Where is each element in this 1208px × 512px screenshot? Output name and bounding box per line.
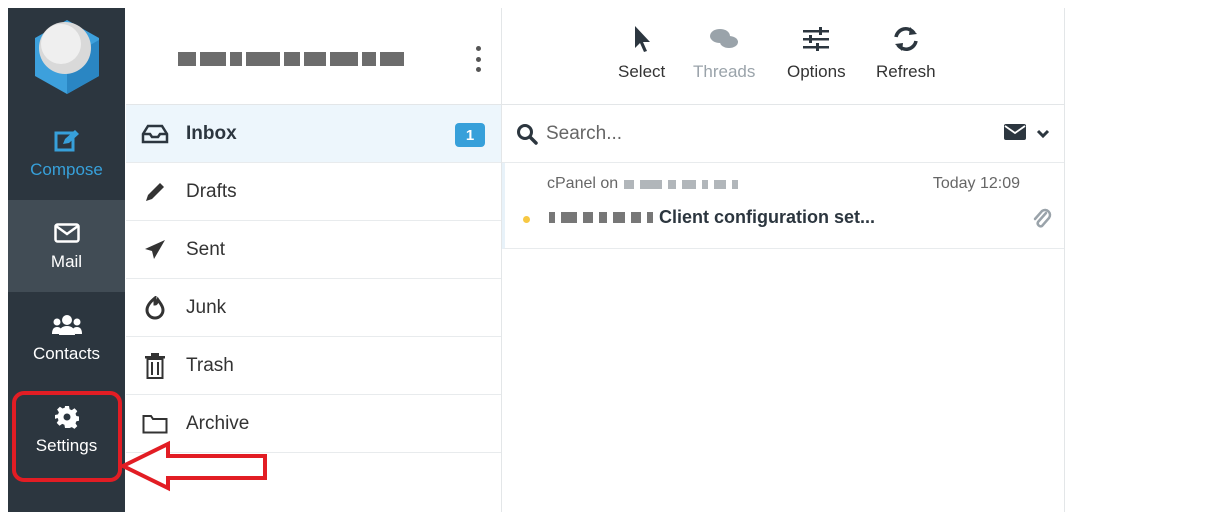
folder-label: Archive: [186, 412, 250, 434]
envelope-icon: [53, 220, 80, 246]
search-input[interactable]: [546, 122, 906, 145]
paperclip-icon: [1032, 207, 1052, 236]
refresh-button[interactable]: Refresh: [876, 22, 936, 82]
folder-label: Sent: [186, 238, 226, 260]
folder-label: Drafts: [186, 180, 237, 202]
message-subject: Client configuration set...: [549, 207, 875, 228]
roundcube-logo-icon: [34, 20, 99, 94]
chevron-down-icon[interactable]: [1036, 126, 1050, 144]
pointer-arrow-icon: [120, 440, 267, 492]
paper-plane-icon: [140, 238, 170, 262]
envelope-filter-icon[interactable]: [1004, 123, 1026, 146]
nav-contacts-label: Contacts: [32, 344, 101, 363]
options-label: Options: [787, 62, 846, 81]
folder-icon: [140, 414, 170, 434]
nav-mail[interactable]: Mail: [8, 200, 125, 292]
folder-trash[interactable]: Trash: [126, 337, 501, 395]
nav-compose[interactable]: Compose: [8, 108, 125, 200]
folder-panel: Inbox 1 Drafts Sent Junk Trash Archive: [126, 8, 502, 512]
threads-label: Threads: [693, 62, 756, 81]
contacts-icon: [51, 312, 82, 338]
folder-label: Trash: [186, 354, 234, 376]
message-list-panel: Select Threads Options Refresh Search...…: [502, 8, 1065, 512]
search-bar: [502, 105, 1064, 163]
account-menu-icon[interactable]: [474, 46, 482, 72]
fire-icon: [140, 295, 170, 320]
refresh-icon: [892, 22, 920, 56]
folder-inbox[interactable]: Inbox 1: [126, 105, 501, 163]
trash-icon: [140, 352, 170, 379]
nav-mail-label: Mail: [50, 252, 83, 271]
threads-button[interactable]: Threads: [693, 22, 755, 82]
sender-prefix: cPanel on: [547, 175, 619, 192]
folder-sent[interactable]: Sent: [126, 221, 501, 279]
refresh-label: Refresh: [876, 62, 936, 81]
threads-icon: [708, 22, 740, 56]
nav-contacts[interactable]: Contacts: [8, 292, 125, 384]
message-row[interactable]: cPanel on Today 12:09 Client configurati…: [502, 163, 1064, 249]
nav-compose-label: Compose: [30, 160, 103, 179]
search-icon[interactable]: [516, 123, 538, 145]
subject-text: Client configuration set...: [659, 207, 876, 227]
select-button[interactable]: Select: [618, 22, 665, 82]
subject-redacted: [549, 212, 653, 223]
sender-redacted: [624, 179, 739, 189]
folder-label: Inbox: [186, 122, 237, 144]
unread-dot-icon[interactable]: [523, 216, 530, 223]
inbox-icon: [140, 124, 170, 144]
list-toolbar: Select Threads Options Refresh: [502, 8, 1064, 105]
folder-label: Junk: [186, 296, 227, 318]
cursor-icon: [632, 22, 652, 56]
compose-icon: [54, 128, 80, 154]
folder-drafts[interactable]: Drafts: [126, 163, 501, 221]
folder-junk[interactable]: Junk: [126, 279, 501, 337]
account-header: [126, 8, 501, 105]
sliders-icon: [802, 22, 830, 56]
settings-highlight-box: [12, 391, 122, 482]
select-label: Select: [618, 62, 666, 81]
message-date: Today 12:09: [932, 175, 1020, 192]
options-button[interactable]: Options: [787, 22, 846, 82]
account-name-redacted: [178, 48, 448, 70]
app-logo[interactable]: [8, 8, 125, 104]
webmail-app: Compose Mail Contacts Settings Inbox 1 D…: [0, 0, 1208, 512]
pencil-icon: [140, 180, 170, 204]
message-sender: cPanel on: [547, 175, 739, 193]
search-options: [1004, 123, 1050, 146]
unread-count-badge: 1: [455, 123, 485, 147]
